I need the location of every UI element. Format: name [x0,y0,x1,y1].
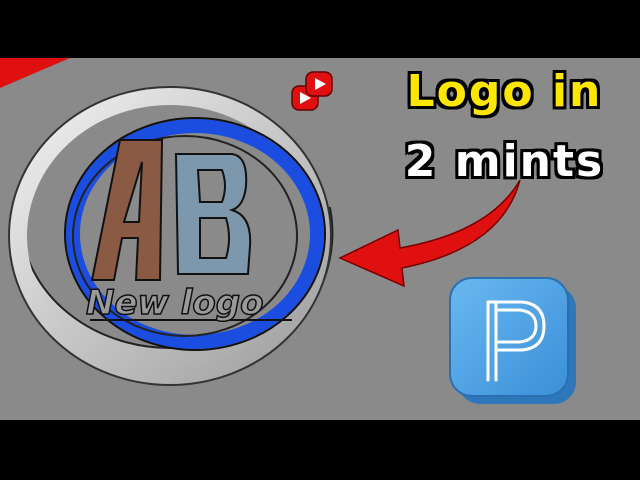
logo-tagline: New logo [86,283,263,323]
logo-letter-b [174,153,252,275]
thumbnail-canvas: New logo Logo in 2 mints [0,58,640,420]
logo-emblem [8,86,334,386]
youtube-double-play-icon [291,71,333,111]
thumbnail-frame: New logo Logo in 2 mints [0,0,640,480]
pixellab-p-app-icon [449,277,576,404]
headline-line-1: Logo in [406,66,603,117]
curved-red-arrow [338,179,521,288]
headline-line-2: 2 mints [404,136,605,187]
